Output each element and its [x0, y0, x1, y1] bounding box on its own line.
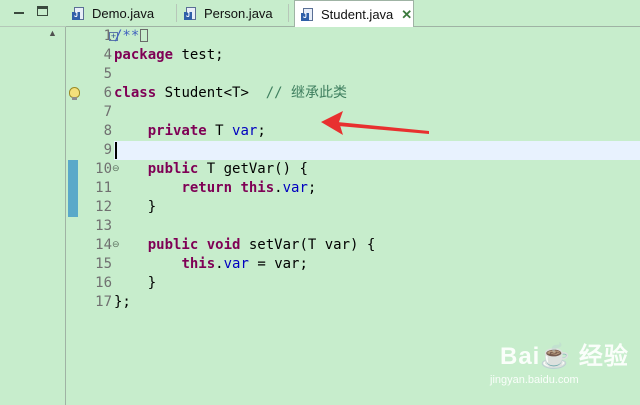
watermark-site: jingyan.baidu.com: [490, 374, 579, 386]
red-annotation-arrow: [321, 111, 429, 135]
code-line-16: }: [147, 275, 157, 291]
folded-comment-box: [140, 29, 149, 42]
tab-label: Student.java: [321, 7, 394, 22]
line-number: 4: [103, 47, 112, 63]
line-number: 7: [103, 104, 112, 120]
code-line-14: public void setVar(T var) {: [147, 237, 376, 253]
line-number: 15: [95, 256, 112, 272]
tab-divider: [176, 4, 177, 22]
code-line-4: package test;: [114, 47, 224, 63]
java-file-icon: J: [72, 6, 86, 21]
left-panel-scrollbar[interactable]: [48, 42, 58, 402]
scroll-up-icon[interactable]: ▲: [48, 28, 57, 38]
line-number: 13: [95, 218, 112, 234]
code-line-12: }: [147, 199, 157, 215]
line-number: 16: [95, 275, 112, 291]
java-file-icon: J: [301, 7, 315, 22]
change-marker: [68, 160, 78, 179]
minimize-icon[interactable]: [14, 12, 24, 14]
left-panel-toolbar: [0, 0, 66, 27]
tab-label: Demo.java: [92, 6, 155, 21]
line-number: 17: [95, 294, 112, 310]
code-line-1: /**: [114, 27, 149, 46]
change-marker: [68, 198, 78, 217]
baidu-logo-icon: Bai☕ 经验: [500, 343, 629, 370]
current-line-highlight: [114, 141, 640, 160]
text-caret: [115, 142, 117, 159]
line-number: 9: [103, 142, 112, 158]
java-file-icon: J: [184, 6, 198, 21]
code-line-15: this.var = var;: [181, 256, 308, 272]
editor-tab-bar: J Demo.java J Person.java J Student.java…: [66, 0, 640, 28]
annotation-ruler: [66, 27, 82, 405]
line-number: 5: [103, 66, 112, 82]
tab-divider: [288, 4, 289, 22]
code-line-8: private T var;: [147, 123, 266, 139]
line-number: 8: [103, 123, 112, 139]
tab-person-java[interactable]: J Person.java: [184, 0, 273, 27]
left-side-panel: ▲: [0, 0, 66, 405]
line-number: 14: [95, 237, 112, 253]
tab-label: Person.java: [204, 6, 273, 21]
close-icon[interactable]: ✕: [401, 7, 412, 23]
code-line-10: public T getVar() {: [147, 161, 308, 177]
change-marker: [68, 179, 78, 198]
lightbulb-base: [72, 97, 77, 100]
line-number: 10: [95, 161, 112, 177]
baidu-jingyan-watermark: Bai☕ 经验 jingyan.baidu.com: [490, 336, 630, 396]
line-number: 11: [95, 180, 112, 196]
tab-demo-java[interactable]: J Demo.java: [72, 0, 154, 27]
code-line-17: };: [114, 294, 131, 310]
code-line-6: class Student<T> // 继承此类: [114, 85, 348, 101]
line-number: 6: [103, 85, 112, 101]
line-number: 12: [95, 199, 112, 215]
tab-student-java[interactable]: J Student.java ✕: [294, 0, 414, 28]
code-line-11: return this.var;: [181, 180, 317, 196]
maximize-icon[interactable]: [37, 6, 48, 16]
line-number-gutter: 1 4 5 6 7 8 9 10 11 12 13 14 15 16 17 + …: [82, 27, 119, 405]
